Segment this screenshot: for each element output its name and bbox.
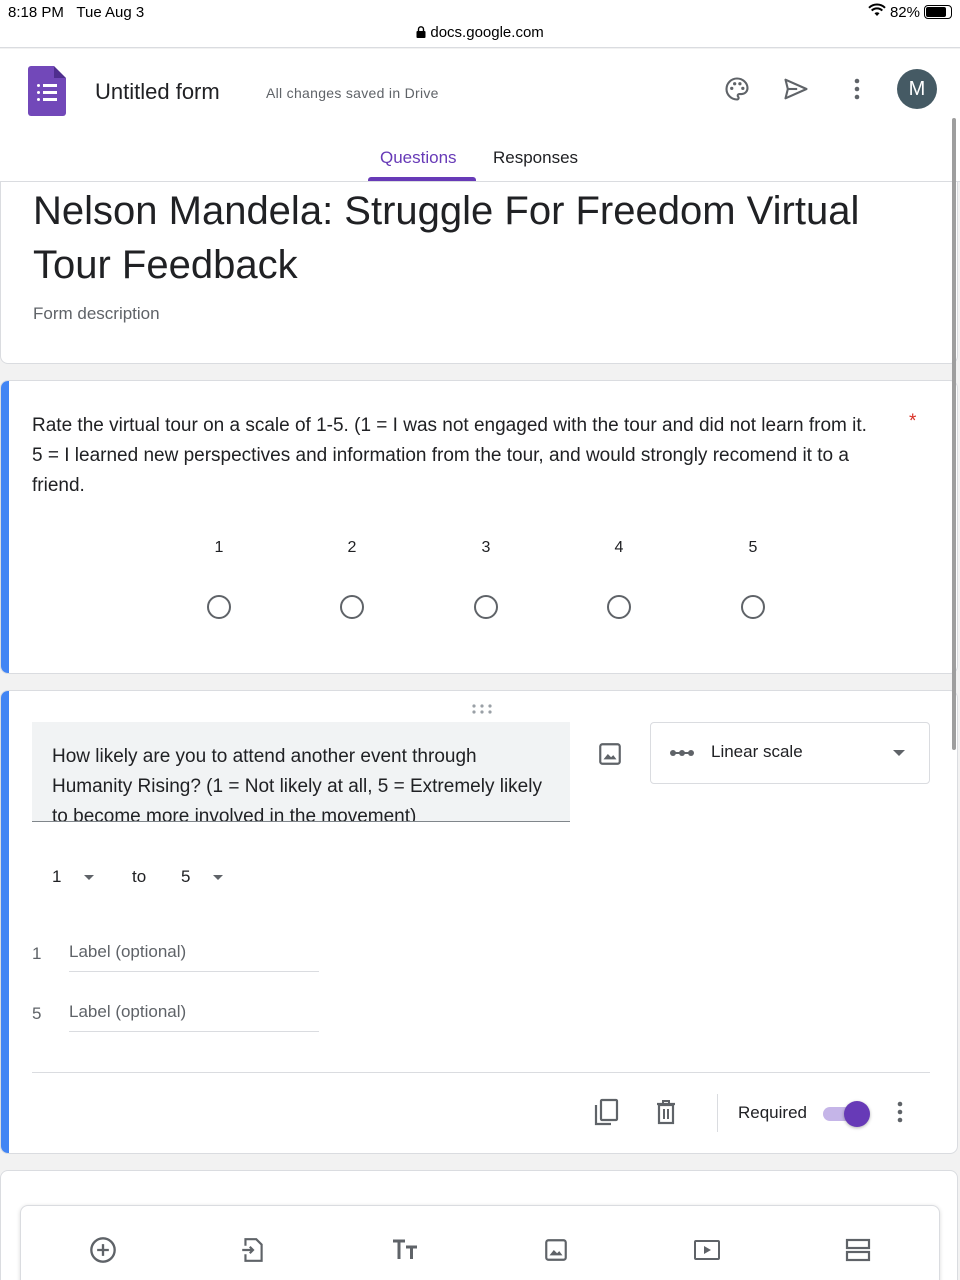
delete-icon[interactable] [650,1096,682,1128]
app-root: 8:18 PM Tue Aug 3 docs.google.com 82% Un… [0,0,960,1280]
high-label-input[interactable]: Label (optional) [69,1002,319,1032]
save-status: All changes saved in Drive [266,85,439,101]
radio-button[interactable] [340,595,364,619]
question-1-text: Rate the virtual tour on a scale of 1-5.… [32,415,867,496]
focus-accent-bar [1,381,9,673]
range-to-word: to [132,867,147,886]
status-time-text: 8:18 PM [8,4,64,21]
required-toggle-knob[interactable] [844,1101,870,1127]
status-bar: 8:18 PM Tue Aug 3 docs.google.com 82% [0,0,960,48]
question-2-title-input[interactable]: How likely are you to attend another eve… [32,722,570,822]
tab-questions[interactable]: Questions [380,148,457,168]
battery-icon [924,5,952,19]
focus-accent-bar [1,691,9,1153]
form-heading[interactable]: Nelson Mandela: Struggle For Freedom Vir… [33,184,913,292]
radio-button[interactable] [474,595,498,619]
status-time: 8:18 PM Tue Aug 3 [8,4,144,21]
scrollbar[interactable] [952,118,956,750]
form-title[interactable]: Untitled form [95,79,220,105]
scale-number: 2 [347,539,357,556]
import-questions-icon[interactable] [235,1232,271,1268]
lock-icon [416,24,430,41]
required-asterisk: * [909,411,917,432]
scale-option-2[interactable]: 2 [332,539,372,619]
question-type-label: Linear scale [711,742,803,761]
radio-button[interactable] [741,595,765,619]
scale-number: 4 [614,539,624,556]
scale-number: 5 [748,539,758,556]
palette-icon[interactable] [719,71,755,107]
linear-scale-icon [669,745,695,763]
wifi-icon [868,3,886,21]
tab-responses[interactable]: Responses [493,148,578,168]
footer-divider [32,1072,930,1073]
question-type-dropdown[interactable]: Linear scale [650,722,930,784]
chevron-down-icon[interactable] [84,875,94,880]
scale-option-4[interactable]: 4 [599,539,639,619]
add-section-icon[interactable] [840,1232,876,1268]
required-label: Required [738,1103,807,1122]
more-vert-icon[interactable] [839,71,875,107]
scale-option-5[interactable]: 5 [733,539,773,619]
chevron-down-icon [893,750,905,756]
question-card-2[interactable]: How likely are you to attend another eve… [0,690,958,1154]
app-header: Untitled form All changes saved in Drive… [0,49,960,182]
url-text: docs.google.com [430,24,544,41]
radio-button[interactable] [207,595,231,619]
range-from-select[interactable]: 1 [52,867,61,887]
scale-option-1[interactable]: 1 [199,539,239,619]
question-2-text: How likely are you to attend another eve… [52,746,542,822]
range-to-select[interactable]: 5 [181,867,190,887]
google-forms-logo-icon[interactable] [28,66,66,116]
chevron-down-icon[interactable] [213,875,223,880]
more-vert-icon[interactable] [884,1096,916,1128]
question-card-1[interactable]: Rate the virtual tour on a scale of 1-5.… [0,380,958,674]
scale-number: 3 [481,539,491,556]
add-question-icon[interactable] [85,1232,121,1268]
label-row-number: 1 [32,944,42,963]
add-video-icon[interactable] [689,1232,725,1268]
add-image-icon[interactable] [593,737,627,771]
label-row-number: 5 [32,1004,42,1023]
status-right: 82% [868,3,952,21]
drag-handle-icon[interactable] [471,701,493,719]
url-bar[interactable]: docs.google.com [0,24,960,41]
low-label-input[interactable]: Label (optional) [69,942,319,972]
active-tab-indicator [368,177,476,181]
status-date: Tue Aug 3 [76,4,145,21]
avatar[interactable]: M [897,69,937,109]
send-icon[interactable] [778,71,814,107]
battery-percent: 82% [889,3,920,21]
form-description-input[interactable]: Form description [33,304,160,324]
scale-option-3[interactable]: 3 [466,539,506,619]
footer-separator [717,1094,718,1132]
radio-button[interactable] [607,595,631,619]
scale-number: 1 [214,539,224,556]
add-title-icon[interactable] [387,1232,423,1268]
form-title-card: Nelson Mandela: Struggle For Freedom Vir… [0,182,958,364]
duplicate-icon[interactable] [590,1096,622,1128]
add-item-toolbar [20,1205,940,1280]
add-image-icon[interactable] [538,1232,574,1268]
